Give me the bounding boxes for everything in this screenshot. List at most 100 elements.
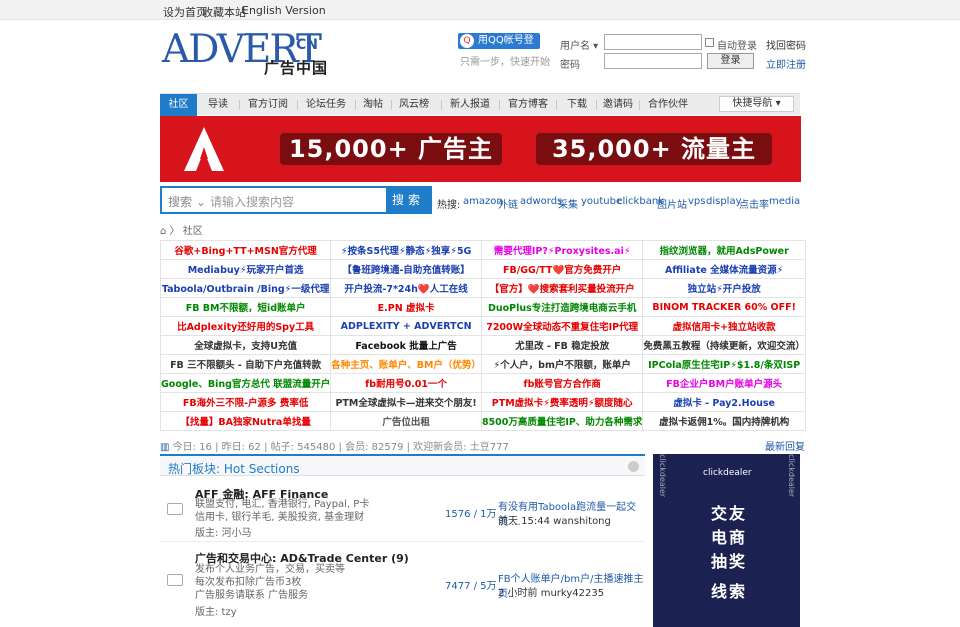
text-ad-link[interactable]: 全球虚拟卡，支持U充值 (159, 335, 332, 355)
text-ad-link[interactable]: 免费黑五教程（持续更新，欢迎交流） (642, 335, 806, 355)
side-ad-line: 线索 (711, 582, 748, 601)
text-ad-link[interactable]: PTM全球虚拟卡—迸来交个朋友! (330, 392, 482, 412)
english-version-link[interactable]: English Version (242, 4, 326, 17)
nav-separator (596, 100, 597, 110)
text-ad-link[interactable]: 虚拟卡返佣1%。国内持牌机构 (642, 411, 806, 431)
ad-row: 比Adplexity还好用的Spy工具 ADPLEXITY + ADVERTCN 7… (159, 316, 806, 336)
nav-item-newcomers[interactable]: 新人报道 (444, 94, 496, 116)
text-ad-link[interactable]: 虚拟卡 - Pay2.House (642, 392, 806, 412)
username-label: 用户名 ▾ (560, 41, 599, 52)
forum-counts: 1576 / 1万 (445, 509, 497, 520)
text-ad-link[interactable]: FB/GG/TT❤️官方免费开户 (480, 259, 644, 279)
forum-desc: 每次发布扣除广告币3枚 (195, 577, 302, 588)
qq-login-button[interactable]: Q 用QQ帐号登录 (458, 33, 540, 62)
text-ad-link[interactable]: E.PN 虚拟卡 (330, 297, 482, 317)
text-ad-link[interactable]: Mediabuy⚡玩家开户首选 (159, 259, 332, 279)
text-ad-link[interactable]: FB 三不限额头 - 自助下户充值转款 (159, 354, 332, 374)
forum-row[interactable]: 广告和交易中心: AD&Trade Center (9) 发布个人业务广告，交易… (160, 542, 645, 627)
text-ad-link[interactable]: 各种主页、账单户、BM户（优势） (330, 354, 482, 374)
text-ad-link[interactable]: 尤里改 - FB 稳定投放 (480, 335, 644, 355)
nav-item-tasks[interactable]: 论坛任务 (300, 94, 352, 116)
side-ad-brand: clickdealer (703, 468, 752, 478)
text-ad-link[interactable]: Google、Bing官方总代 联盟流量开户 (159, 373, 332, 393)
hot-term[interactable]: youtube (581, 196, 622, 207)
hot-term[interactable]: 采集 (558, 196, 578, 211)
find-password-link[interactable]: 找回密码 (766, 37, 806, 52)
nav-separator (441, 100, 442, 110)
text-ad-link[interactable]: IPCola原生住宅IP⚡$1.8/条双ISP (642, 354, 806, 374)
hot-term[interactable]: 图片站 (657, 196, 687, 211)
login-button[interactable]: 登录 (707, 53, 754, 69)
nav-item-community[interactable]: 社区 (160, 94, 197, 116)
text-ad-link[interactable]: fb账号官方合作商 (480, 373, 644, 393)
nav-item-partners[interactable]: 合作伙伴 (642, 94, 694, 116)
hot-term[interactable]: amazon (463, 196, 503, 207)
text-ad-link[interactable]: 【找量】BA独家Nutra单找量 (159, 411, 332, 431)
text-ad-link[interactable]: Facebook 批量上广告 (330, 335, 482, 355)
text-ad-link[interactable]: Affiliate 全媒体流量资源⚡ (642, 259, 806, 279)
collapse-icon[interactable] (628, 461, 639, 472)
ad-row: FB 三不限额头 - 自助下户充值转款 各种主页、账单户、BM户（优势） ⚡个人户，… (159, 354, 806, 374)
text-ad-link[interactable]: FB BM不限额，短id账单户 (159, 297, 332, 317)
text-ad-link[interactable]: 7200W全球动态不重复住宅IP代理 (480, 316, 644, 336)
text-ad-link[interactable]: 8500万高质量住宅IP、助力各种需求 (480, 411, 644, 431)
nav-separator (239, 100, 240, 110)
text-ad-link[interactable]: DuoPlus专注打造跨境电商云手机 (480, 297, 644, 317)
text-ad-link[interactable]: 需要代理IP?⚡Proxysites.ai⚡ (480, 240, 644, 260)
hot-term[interactable]: 点击率 (739, 196, 769, 211)
nav-item-guide[interactable]: 导读 (200, 94, 236, 116)
hot-term[interactable]: display (706, 196, 742, 207)
banner-advertisers: 15,000+ 广告主 (280, 133, 502, 165)
text-ad-link[interactable]: 广告位出租 (330, 411, 482, 431)
set-home-link[interactable]: 设为首页 (163, 4, 207, 20)
search-input[interactable]: 请输入搜索内容 (210, 193, 294, 210)
home-icon[interactable]: ⌂ (160, 226, 166, 237)
search-button[interactable]: 搜索 (386, 188, 430, 212)
username-input[interactable] (604, 34, 702, 50)
side-ad-line: 抽奖 (711, 552, 748, 571)
side-ad-line: 电商 (711, 528, 748, 547)
text-ad-link[interactable]: Taboola/Outbrain /Bing⚡一级代理 (159, 278, 332, 298)
hot-term[interactable]: media (769, 196, 800, 207)
text-ad-link[interactable]: 独立站⚡开户投放 (642, 278, 806, 298)
text-ad-link[interactable]: BINOM TRACKER 60% OFF! (642, 297, 806, 317)
text-ad-link[interactable]: ⚡个人户，bm户不限额，账单户 (480, 354, 644, 374)
side-ad-clickdealer[interactable]: clickdealer clickdealer clickdealer 交友 电… (653, 454, 800, 627)
text-ad-link[interactable]: 开户投流-7*24h❤️人工在线 (330, 278, 482, 298)
text-ad-link[interactable]: 比Adplexity还好用的Spy工具 (159, 316, 332, 336)
text-ad-link[interactable]: PTM虚拟卡⚡费率透明⚡额度随心 (480, 392, 644, 412)
text-ad-link[interactable]: 谷歌+Bing+TT+MSN官方代理 (159, 240, 332, 260)
ad-row: Mediabuy⚡玩家开户首选 【鲁班跨境通-自助充值转账】 FB/GG/TT❤️官… (159, 259, 806, 279)
hot-term[interactable]: adwords (520, 196, 562, 207)
hot-term[interactable]: 外链 (498, 196, 518, 211)
top-banner-ad[interactable]: 15,000+ 广告主 35,000+ 流量主 (160, 116, 801, 182)
forum-row[interactable]: AFF 金融: AFF Finance 联盟支付, 电汇, 香港银行, Payp… (160, 476, 645, 542)
text-ad-link[interactable]: FB海外三不限-户源多 费率低 (159, 392, 332, 412)
nav-item-download[interactable]: 下载 (559, 94, 595, 116)
text-ad-link[interactable]: 【官方】❤️搜索套利买量投流开户 (480, 278, 644, 298)
text-ad-link[interactable]: ADPLEXITY + ADVERTCN (330, 316, 482, 336)
text-ad-link[interactable]: 指纹浏览器，就用AdsPower (642, 240, 806, 260)
register-link[interactable]: 立即注册 (766, 56, 806, 71)
text-ad-link[interactable]: FB企业户BM户账单户源头 (642, 373, 806, 393)
hot-term[interactable]: vps (688, 196, 705, 207)
text-ad-link[interactable]: fb耐用号0.01一个 (330, 373, 482, 393)
latest-replies-link[interactable]: 最新回复 (765, 438, 805, 453)
nav-item-ranking[interactable]: 风云榜 (394, 94, 434, 116)
search-type-select[interactable]: 搜索 ⌄ (168, 193, 206, 210)
nav-item-collection[interactable]: 淘帖 (358, 94, 388, 116)
password-input[interactable] (604, 53, 702, 69)
nav-item-invite-code[interactable]: 邀请码 (598, 94, 638, 116)
ad-row: Google、Bing官方总代 联盟流量开户 fb耐用号0.01一个 fb账号官方合… (159, 373, 806, 393)
site-logo[interactable]: ADVERT CN 广告中国 (160, 27, 330, 79)
nav-item-blog[interactable]: 官方博客 (502, 94, 554, 116)
favorite-link[interactable]: 收藏本站 (202, 4, 246, 20)
nav-item-subscribe[interactable]: 官方订阅 (242, 94, 294, 116)
text-ad-link[interactable]: ⚡按条S5代理⚡静态⚡独享⚡5G (330, 240, 482, 260)
main-nav: 社区 导读 官方订阅 论坛任务 淘帖 风云榜 新人报道 官方博客 下载 邀请码 … (160, 93, 800, 116)
auto-login-checkbox[interactable] (705, 38, 714, 47)
breadcrumb-current: 社区 (182, 226, 203, 237)
quick-nav-dropdown[interactable]: 快捷导航 ▾ (719, 96, 794, 112)
text-ad-link[interactable]: 【鲁班跨境通-自助充值转账】 (330, 259, 482, 279)
text-ad-link[interactable]: 虚拟信用卡+独立站收款 (642, 316, 806, 336)
